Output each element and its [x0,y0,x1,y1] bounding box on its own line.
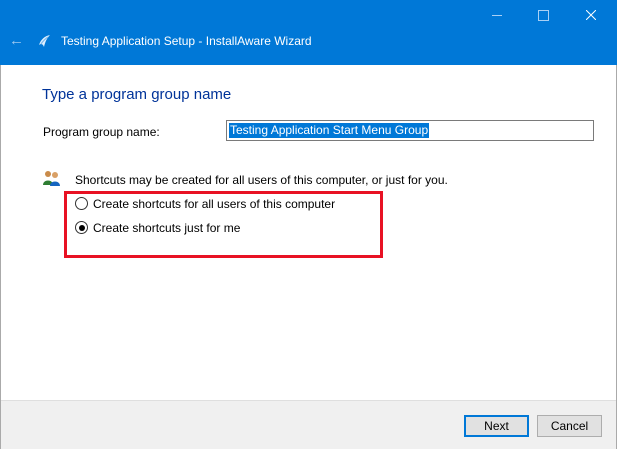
radio-button-all-users[interactable] [75,197,88,210]
maximize-button[interactable] [520,0,566,30]
window-border-left [0,65,1,449]
users-icon [43,171,60,186]
window-title: Testing Application Setup - InstallAware… [61,34,312,48]
page-title: Type a program group name [42,86,232,103]
program-group-value: Testing Application Start Menu Group [229,123,430,138]
cancel-button[interactable]: Cancel [537,415,602,437]
close-icon [586,10,596,20]
radio-all-users-label: Create shortcuts for all users of this c… [93,197,336,211]
program-group-label: Program group name: [43,125,160,139]
installaware-icon [39,35,50,47]
radio-button-just-me[interactable] [75,221,88,234]
back-arrow-icon[interactable]: ← [9,33,25,49]
next-button[interactable]: Next [464,415,529,437]
title-bar: ← Testing Application Setup - InstallAwa… [0,0,617,65]
shortcuts-info-text: Shortcuts may be created for all users o… [75,173,448,187]
minimize-button[interactable] [474,0,520,30]
radio-just-me-label: Create shortcuts just for me [93,221,241,235]
program-group-input[interactable]: Testing Application Start Menu Group [226,120,594,141]
close-button[interactable] [566,0,617,30]
